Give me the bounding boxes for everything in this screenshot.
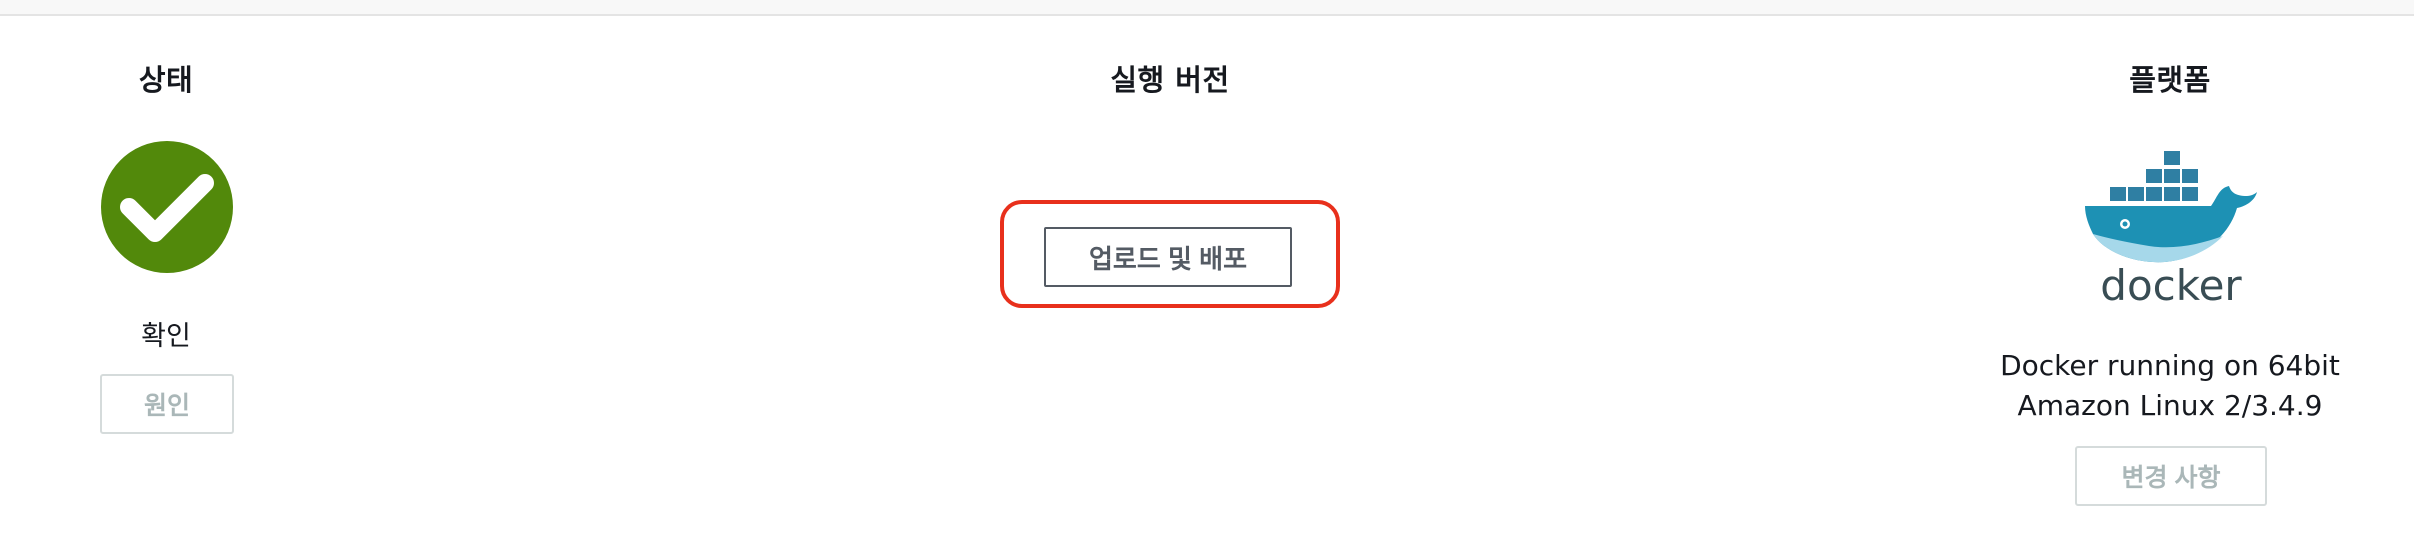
platform-description: Docker running on 64bit Amazon Linux 2/3… <box>2000 349 2340 422</box>
platform-title: 플랫폼 <box>2129 63 2211 97</box>
top-divider-bar <box>0 0 2414 16</box>
docker-logo-icon: docker <box>2079 146 2263 310</box>
svg-text:docker: docker <box>2100 261 2242 306</box>
check-circle-icon <box>101 141 233 273</box>
health-status-text: 확인 <box>141 321 191 352</box>
upload-and-deploy-button[interactable]: 업로드 및 배포 <box>1044 227 1292 287</box>
change-platform-button[interactable]: 변경 사항 <box>2075 446 2267 506</box>
status-title: 상태 <box>138 63 194 97</box>
running-version-title: 실행 버전 <box>1110 63 1230 97</box>
cause-button[interactable]: 원인 <box>100 374 234 434</box>
